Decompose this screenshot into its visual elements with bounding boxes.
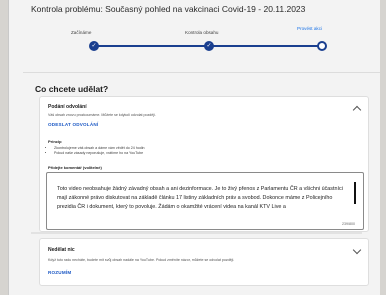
- text-cursor: [354, 182, 356, 204]
- do-nothing-card[interactable]: Nedělat nic Když tuto radu necháte, bude…: [39, 238, 369, 286]
- char-counter: 239/800: [342, 222, 355, 226]
- step-label-start: Začínáme: [71, 30, 92, 35]
- progress-stepper: Začínáme Kontrola obsahu Provést akci ✓ …: [49, 26, 349, 74]
- chevron-down-icon[interactable]: [352, 245, 362, 255]
- comment-label: Přidejte komentář (volitelné): [48, 165, 102, 170]
- step-dot-review: ✓: [204, 41, 214, 51]
- section-heading: Co chcete udělat?: [35, 84, 109, 94]
- do-nothing-subtitle: Když tuto radu necháte, budete mít svůj …: [48, 258, 235, 262]
- list-item: Zkontrolujeme váš obsah a dáme vám vědět…: [54, 146, 145, 150]
- acknowledge-button[interactable]: ROZUMÍM: [48, 270, 71, 275]
- chevron-up-icon[interactable]: [352, 105, 362, 115]
- principle-heading: Princip: [48, 139, 62, 144]
- check-icon: ✓: [91, 42, 97, 49]
- send-appeal-button[interactable]: ODESLAT ODVOLÁNÍ: [48, 122, 98, 127]
- appeal-subtitle: Váš obsah znovu prozkoumáme. Můžete se k…: [48, 113, 156, 117]
- step-dot-start: ✓: [89, 41, 99, 51]
- comment-text: Toto video neobsahuje žádný závadný obsa…: [57, 186, 343, 210]
- page-title: Kontrola problému: Současný pohled na va…: [31, 4, 306, 14]
- separator: [31, 232, 362, 234]
- step-label-review: Kontrola obsahu: [185, 30, 219, 35]
- appeal-card[interactable]: Podání odvolání Váš obsah znovu prozkoum…: [39, 96, 369, 232]
- principle-list: Zkontrolujeme váš obsah a dáme vám vědět…: [54, 146, 145, 156]
- appeal-title: Podání odvolání: [48, 104, 87, 110]
- do-nothing-title: Nedělat nic: [48, 247, 75, 253]
- divider: [23, 72, 380, 73]
- screen: Kontrola problému: Současný pohled na va…: [8, 0, 380, 295]
- step-label-action: Provést akci: [297, 26, 323, 31]
- list-item: Pokud naše zásady neporušuje, vrátíme ho…: [54, 151, 145, 155]
- step-dot-action: [317, 41, 327, 51]
- check-icon: ✓: [206, 42, 212, 49]
- comment-textarea[interactable]: Toto video neobsahuje žádný závadný obsa…: [46, 172, 364, 230]
